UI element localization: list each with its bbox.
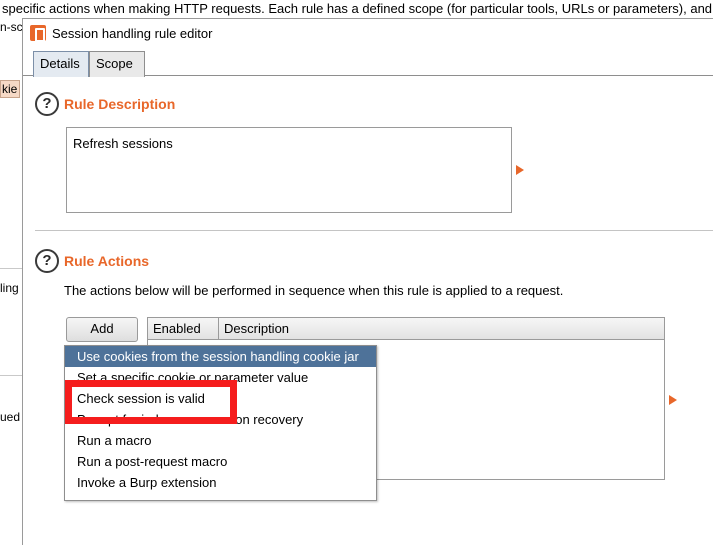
rule-actions-description: The actions below will be performed in s… <box>64 283 564 298</box>
expand-arrow-icon[interactable] <box>516 165 524 175</box>
background-fragment-selected: kie <box>0 80 20 98</box>
menu-item-use-cookies[interactable]: Use cookies from the session handling co… <box>65 346 376 367</box>
tab-strip: Details Scope <box>23 47 713 77</box>
details-panel: ? Rule Description Refresh sessions ? Ru… <box>23 77 713 546</box>
background-separator <box>0 375 22 376</box>
background-fragment: ued <box>0 410 21 424</box>
help-icon[interactable]: ? <box>35 92 59 116</box>
background-window-text: specific actions when making HTTP reques… <box>0 0 713 20</box>
rule-actions-heading: Rule Actions <box>64 253 150 269</box>
session-rule-editor-dialog: Session handling rule editor Details Sco… <box>22 18 713 545</box>
burp-app-icon <box>30 25 46 42</box>
menu-item-invoke-extension[interactable]: Invoke a Burp extension <box>65 472 376 493</box>
rule-description-field[interactable]: Refresh sessions <box>66 127 512 213</box>
column-header-description[interactable]: Description <box>219 318 664 339</box>
menu-item-run-post-request-macro[interactable]: Run a post-request macro <box>65 451 376 472</box>
tab-details[interactable]: Details <box>33 51 89 77</box>
dialog-titlebar[interactable]: Session handling rule editor <box>23 19 713 47</box>
dialog-title: Session handling rule editor <box>52 25 213 41</box>
table-header: Enabled Description <box>148 318 664 340</box>
help-icon[interactable]: ? <box>35 249 59 273</box>
annotation-highlight-box <box>65 380 237 424</box>
background-separator <box>0 268 22 269</box>
section-divider <box>35 230 713 231</box>
add-action-button[interactable]: Add <box>66 317 138 342</box>
tab-scope[interactable]: Scope <box>89 51 145 77</box>
expand-arrow-icon[interactable] <box>669 395 677 405</box>
background-fragment: ling <box>0 281 19 295</box>
rule-description-heading: Rule Description <box>64 96 176 112</box>
background-window-side: n-sc kie ling ued <box>0 18 22 545</box>
background-fragment: n-sc <box>0 20 22 34</box>
column-header-enabled[interactable]: Enabled <box>148 318 219 339</box>
menu-item-run-macro[interactable]: Run a macro <box>65 430 376 451</box>
